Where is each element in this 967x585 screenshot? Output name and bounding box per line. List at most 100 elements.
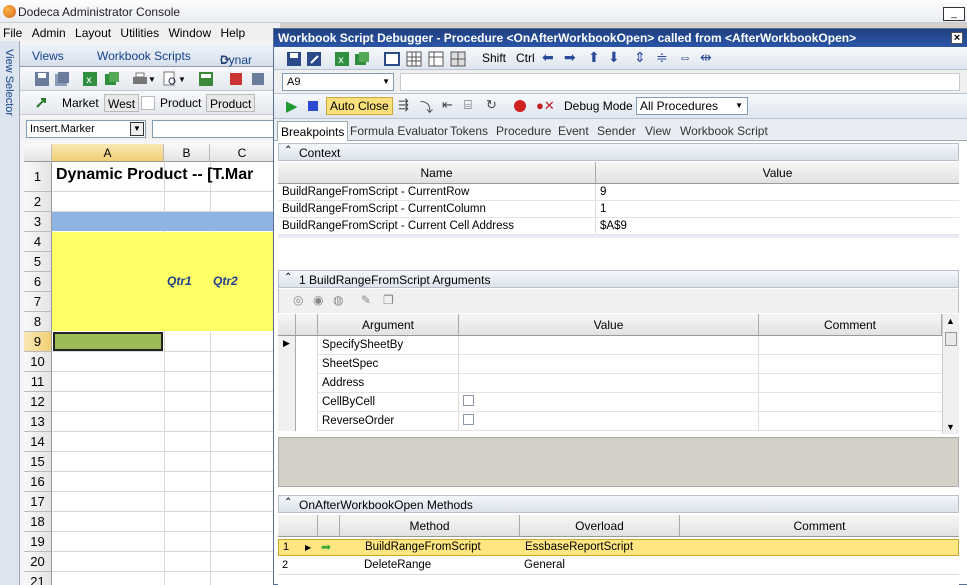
excel-multi-icon[interactable]: [104, 71, 120, 87]
grid-lock-icon[interactable]: [450, 51, 466, 67]
clear-breakpoints-icon[interactable]: ●✕: [536, 98, 555, 114]
row-header[interactable]: 15: [24, 452, 52, 472]
window-icon[interactable]: [384, 51, 400, 67]
row-header[interactable]: 20: [24, 552, 52, 572]
save-all-icon[interactable]: [54, 71, 70, 87]
excel-icon[interactable]: x: [334, 51, 350, 67]
scroll-down-icon[interactable]: ▼: [946, 422, 955, 432]
print-icon[interactable]: [132, 71, 148, 87]
tab-breakpoints[interactable]: Breakpoints: [277, 121, 349, 141]
insert-rows-icon[interactable]: ⇕: [634, 49, 646, 66]
select-all-corner[interactable]: [24, 144, 52, 162]
methods-row-current[interactable]: 1 ▶ ➡ BuildRangeFromScript EssbaseReport…: [278, 539, 959, 556]
save-icon[interactable]: [286, 51, 302, 67]
cell-formula-input[interactable]: [400, 73, 960, 91]
argument-comment[interactable]: [759, 355, 942, 374]
tab-views[interactable]: Views: [32, 49, 64, 63]
column-header-b[interactable]: B: [164, 144, 210, 162]
row-header[interactable]: 17: [24, 492, 52, 512]
zoom-icon[interactable]: ◎: [293, 293, 303, 307]
context-col-name[interactable]: Name: [278, 162, 596, 184]
menu-file[interactable]: File: [0, 23, 25, 40]
row-header[interactable]: 19: [24, 532, 52, 552]
row-header[interactable]: 5: [24, 252, 52, 272]
collapse-icon[interactable]: ⌃: [284, 497, 292, 508]
methods-row[interactable]: 2 DeleteRange General: [278, 557, 959, 575]
argument-name[interactable]: Address: [318, 374, 459, 393]
menu-window[interactable]: Window: [165, 23, 214, 40]
arrow-up-icon[interactable]: ⬆: [588, 49, 600, 66]
view-selector-strip[interactable]: View Selector: [0, 41, 20, 585]
argument-comment[interactable]: [759, 393, 942, 412]
scroll-thumb[interactable]: [945, 332, 957, 346]
debug-mode-select[interactable]: All Procedures ▼: [636, 97, 748, 115]
grid-icon[interactable]: [406, 51, 422, 67]
print-dropdown-icon[interactable]: ▼: [148, 75, 156, 84]
row-header[interactable]: 7: [24, 292, 52, 312]
formula-input[interactable]: [152, 120, 275, 138]
argument-value[interactable]: [459, 374, 759, 393]
delete-rows-icon[interactable]: ≑: [656, 49, 668, 66]
auto-close-button[interactable]: Auto Close: [326, 97, 393, 115]
methods-col-overload[interactable]: Overload: [520, 515, 680, 537]
menu-layout[interactable]: Layout: [72, 23, 114, 40]
tab-sender[interactable]: Sender: [597, 124, 636, 138]
collapse-icon[interactable]: ⌃: [284, 145, 292, 156]
row-header[interactable]: 9: [24, 332, 52, 352]
cell-ref-dropdown-icon[interactable]: ▼: [382, 77, 390, 86]
argument-comment[interactable]: [759, 336, 942, 355]
argument-value-cellbycell[interactable]: [459, 393, 759, 412]
context-col-value[interactable]: Value: [596, 162, 959, 184]
market-blank-box[interactable]: [141, 96, 155, 110]
name-box-dropdown-icon[interactable]: ▼: [130, 122, 144, 136]
tab-workbook-script[interactable]: Workbook Script: [680, 124, 768, 138]
tab-procedure[interactable]: Procedure: [496, 124, 551, 138]
argument-value[interactable]: [459, 355, 759, 374]
tool-icon[interactable]: [228, 71, 244, 87]
argument-comment[interactable]: [759, 412, 942, 431]
methods-col-method[interactable]: Method: [340, 515, 520, 537]
excel-multi-icon[interactable]: [354, 51, 370, 67]
tool-icon-2[interactable]: [250, 71, 266, 87]
step-over-icon[interactable]: ⤵: [420, 97, 433, 116]
stop-icon[interactable]: [308, 101, 318, 111]
edit-icon[interactable]: ✎: [361, 293, 371, 307]
shift-label[interactable]: Shift: [482, 51, 506, 65]
arrow-right-icon[interactable]: ➡: [564, 49, 576, 66]
menu-admin[interactable]: Admin: [29, 23, 69, 40]
row-header[interactable]: 2: [24, 192, 52, 212]
argument-value[interactable]: [459, 336, 759, 355]
ctrl-label[interactable]: Ctrl: [516, 51, 535, 65]
menu-utilities[interactable]: Utilities: [117, 23, 162, 40]
row-header[interactable]: 21: [24, 572, 52, 585]
breakpoint-icon[interactable]: [514, 100, 526, 112]
arguments-scrollbar[interactable]: ▲ ▼: [942, 314, 959, 434]
selected-cell-a9[interactable]: [53, 332, 163, 351]
argument-name[interactable]: CellByCell: [318, 393, 459, 412]
name-box[interactable]: Insert.Marker ▼: [26, 120, 146, 138]
minimize-button[interactable]: _: [943, 7, 965, 21]
arrow-refresh-icon[interactable]: [34, 95, 50, 111]
step-out-icon[interactable]: ⇤: [442, 97, 453, 113]
row-header[interactable]: 4: [24, 232, 52, 252]
arrow-left-icon[interactable]: ⬅: [542, 49, 554, 66]
argument-name[interactable]: ReverseOrder: [318, 412, 459, 431]
arguments-section-header[interactable]: ⌃ 1 BuildRangeFromScript Arguments: [278, 270, 959, 288]
save-as-icon[interactable]: [306, 51, 322, 67]
excel-icon[interactable]: x: [82, 71, 98, 87]
delete-cols-icon[interactable]: ⇹: [700, 49, 712, 66]
row-header[interactable]: 18: [24, 512, 52, 532]
cellbycell-checkbox[interactable]: [463, 395, 474, 407]
run-to-cursor-icon[interactable]: ⌸: [464, 97, 472, 113]
argument-comment[interactable]: [759, 374, 942, 393]
preview-dropdown-icon[interactable]: ▼: [178, 75, 186, 84]
methods-section-header[interactable]: ⌃ OnAfterWorkbookOpen Methods: [278, 495, 959, 513]
argument-name[interactable]: SpecifySheetBy: [318, 336, 459, 355]
methods-col-comment[interactable]: Comment: [680, 515, 959, 537]
tab-tokens[interactable]: Tokens: [450, 124, 488, 138]
zoom-in-icon[interactable]: ◉: [313, 293, 323, 307]
arguments-col-value[interactable]: Value: [459, 314, 759, 336]
spreadsheet-grid[interactable]: A B C 1 2 3 4 5 6 7 8 9 10 11 12 13 14 1…: [24, 144, 275, 585]
print-preview-icon[interactable]: [162, 71, 178, 87]
close-icon[interactable]: ×: [951, 32, 963, 44]
